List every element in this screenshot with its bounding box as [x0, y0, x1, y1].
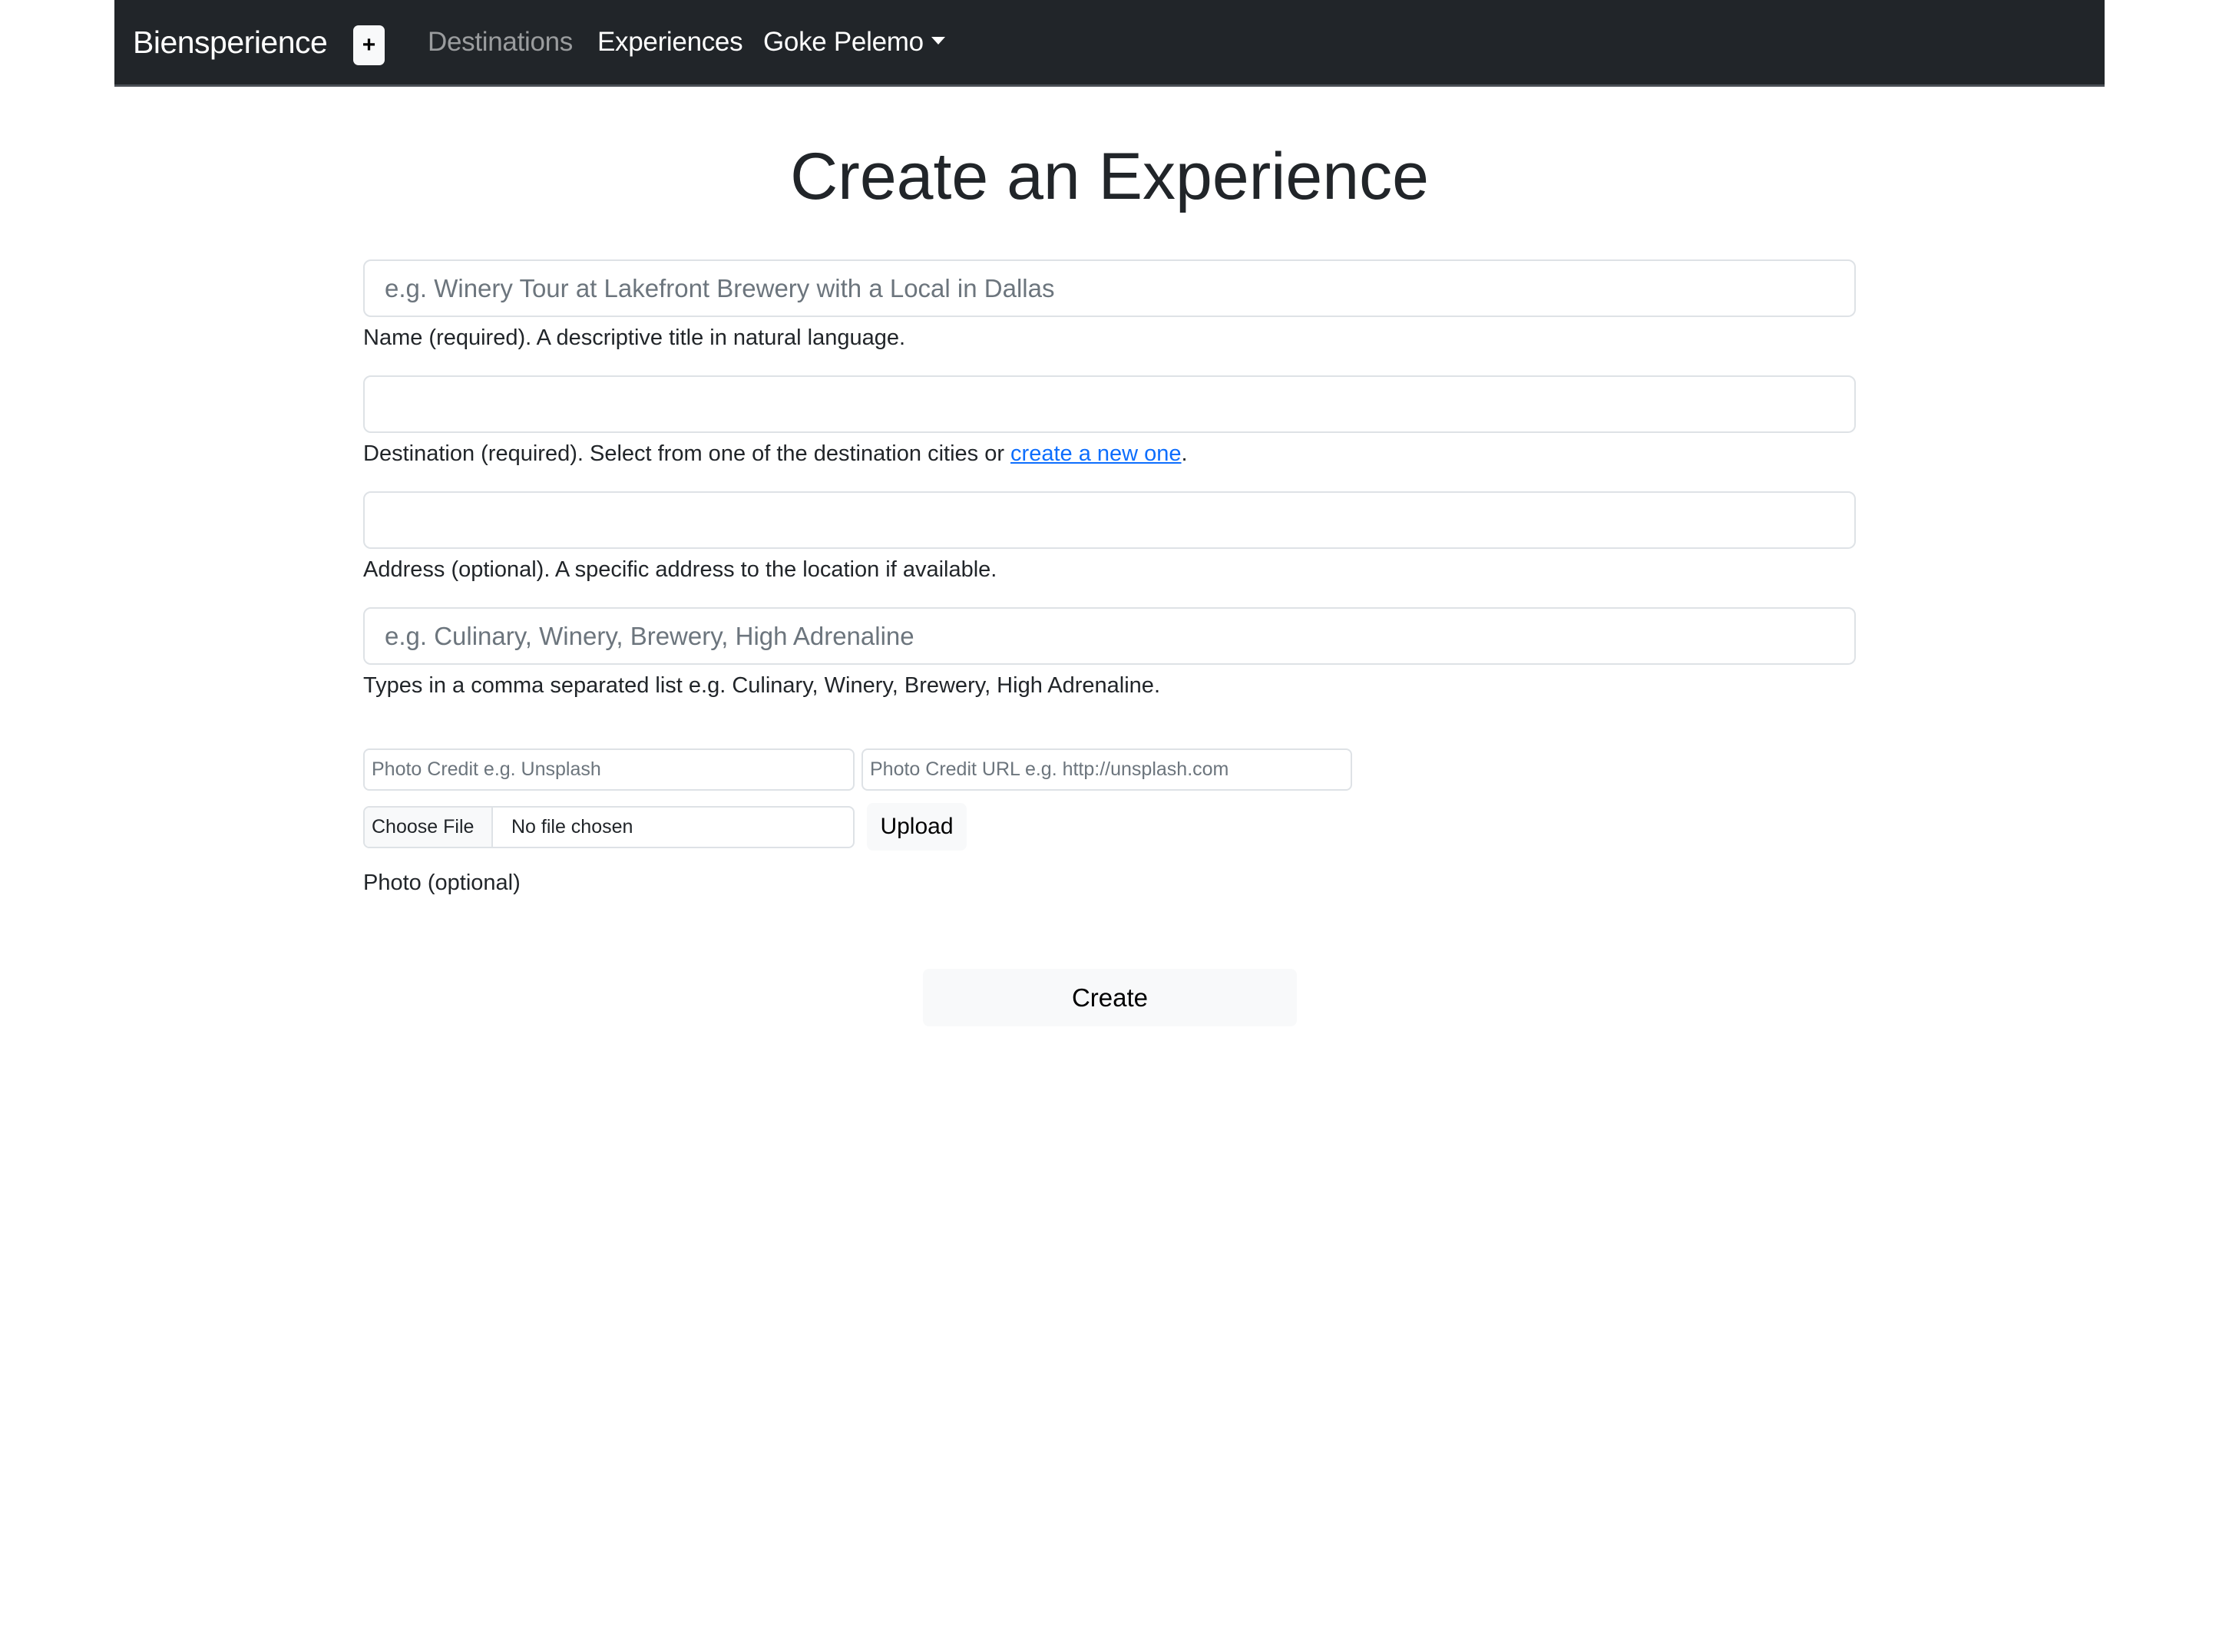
file-status: No file chosen: [511, 816, 633, 838]
destination-help: Destination (required). Select from one …: [363, 438, 1188, 469]
upload-button[interactable]: Upload: [867, 803, 967, 851]
plus-icon: +: [362, 32, 376, 58]
add-experience-button[interactable]: +: [353, 25, 385, 65]
photo-file-input[interactable]: Choose File No file chosen: [363, 806, 855, 848]
choose-file-button[interactable]: Choose File: [365, 808, 493, 847]
destination-input[interactable]: [363, 375, 1856, 433]
navbar: Biensperience + Destinations Experiences…: [114, 0, 2105, 87]
page-title: Create an Experience: [790, 140, 1429, 213]
nav-experiences[interactable]: Experiences: [597, 20, 743, 64]
user-menu-dropdown[interactable]: Goke Pelemo: [763, 20, 945, 64]
photo-credit-url-input[interactable]: [861, 748, 1352, 791]
brand-logo[interactable]: Biensperience: [133, 20, 328, 64]
nav-destinations[interactable]: Destinations: [428, 20, 573, 64]
name-input[interactable]: [363, 259, 1856, 317]
photo-label: Photo (optional): [363, 871, 521, 895]
create-destination-link[interactable]: create a new one: [1010, 441, 1181, 466]
address-input[interactable]: [363, 491, 1856, 549]
photo-credit-input[interactable]: [363, 748, 855, 791]
name-help: Name (required). A descriptive title in …: [363, 325, 906, 350]
types-help: Types in a comma separated list e.g. Cul…: [363, 673, 1160, 698]
create-button[interactable]: Create: [923, 969, 1297, 1026]
user-name: Goke Pelemo: [763, 27, 924, 57]
destination-help-suffix: .: [1181, 441, 1188, 466]
types-input[interactable]: [363, 607, 1856, 665]
caret-down-icon: [931, 36, 945, 45]
address-help: Address (optional). A specific address t…: [363, 557, 997, 582]
destination-help-text: Destination (required). Select from one …: [363, 441, 1011, 466]
